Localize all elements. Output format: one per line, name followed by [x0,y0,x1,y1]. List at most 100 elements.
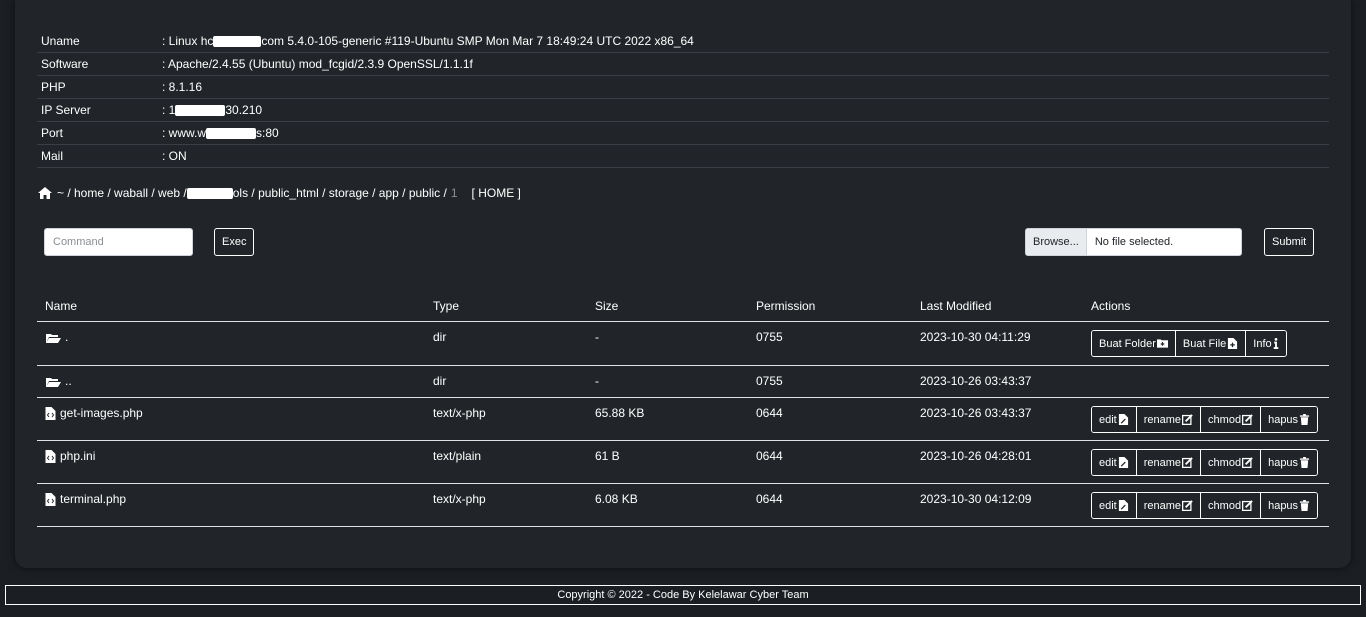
pencil-square-icon [1242,500,1253,511]
submit-button[interactable]: Submit [1264,228,1315,256]
table-row: .. dir - 0755 2023-10-26 03:43:37 [37,366,1329,398]
file-code-icon [45,493,56,506]
new-file-button[interactable]: Buat File [1175,331,1247,356]
button-label: chmod [1208,456,1242,469]
rename-button[interactable]: rename [1136,493,1202,518]
table-row: . dir - 0755 2023-10-30 04:11:29 Buat Fo… [37,322,1329,366]
home-link[interactable]: [ HOME ] [472,186,521,200]
file-name[interactable]: php.ini [60,449,95,463]
button-label: Info [1253,337,1272,350]
file-type: dir [433,374,447,388]
info-button[interactable]: Info [1246,331,1286,356]
file-status: No file selected. [1094,236,1174,248]
file-name[interactable]: .. [65,374,72,388]
file-type: text/x-php [433,492,486,506]
table-header: Name Type Size Permission Last Modified … [37,290,1329,322]
info-value-part: 30.210 [225,103,263,117]
file-modified: 2023-10-26 03:43:37 [920,406,1032,420]
edit-button[interactable]: edit [1092,493,1137,518]
button-label: rename [1143,499,1182,512]
path-segments[interactable]: ols / public_html / storage / app / publ… [233,186,447,200]
file-upload-input[interactable]: Browse... No file selected. [1025,228,1242,256]
delete-button[interactable]: hapus [1261,493,1318,518]
file-actions-group: edit rename chmod hapus [1091,449,1319,476]
edit-file-icon [1118,500,1128,511]
edit-file-icon [1118,414,1128,425]
file-name-cell[interactable]: terminal.php [37,484,433,526]
file-name-cell[interactable]: get-images.php [37,398,433,440]
chmod-button[interactable]: chmod [1201,407,1262,432]
file-modified: 2023-10-30 04:11:29 [920,330,1031,344]
button-label: chmod [1208,413,1242,426]
delete-button[interactable]: hapus [1261,407,1318,432]
edit-button[interactable]: edit [1092,407,1137,432]
info-row-port: Port : www.w s:80 [37,122,1329,145]
file-name[interactable]: . [65,330,68,344]
file-plus-icon [1228,338,1238,349]
chmod-button[interactable]: chmod [1201,493,1262,518]
edit-button[interactable]: edit [1092,450,1137,475]
folder-open-icon [46,378,61,387]
file-size: 6.08 KB [595,492,638,506]
chmod-button[interactable]: chmod [1201,450,1262,475]
actions-cell: edit rename chmod hapus [1091,398,1329,440]
new-folder-button[interactable]: Buat Folder [1092,331,1176,356]
info-value-part: : 1 [162,103,176,117]
file-type: text/x-php [433,406,486,420]
column-header-permission: Permission [756,298,816,313]
info-label: IP Server [41,103,91,117]
column-header-modified: Last Modified [920,298,992,313]
pencil-square-icon [1242,457,1253,468]
dir-actions-group: Buat Folder Buat File Info [1091,330,1287,357]
command-input[interactable] [44,228,193,256]
trash-icon [1299,414,1310,425]
rename-button[interactable]: rename [1136,407,1202,432]
button-label: rename [1143,413,1182,426]
path-segments[interactable]: ~ / home / waball / web / [57,186,187,200]
file-modified: 2023-10-26 04:28:01 [920,449,1032,463]
redaction [186,187,233,199]
info-row-software: Software : Apache/2.4.55 (Ubuntu) mod_fc… [37,53,1329,76]
file-name-cell[interactable]: .. [37,366,433,397]
file-name-cell[interactable]: php.ini [37,441,433,483]
file-permission[interactable]: 0644 [756,484,920,526]
file-permission[interactable]: 0755 [756,366,920,397]
edit-file-icon [1118,457,1128,468]
actions-cell: edit rename chmod hapus [1091,484,1329,526]
button-label: edit [1099,413,1117,426]
file-size: - [595,374,599,388]
delete-button[interactable]: hapus [1261,450,1318,475]
exec-button[interactable]: Exec [214,228,255,256]
info-icon [1273,338,1278,349]
trash-icon [1299,500,1310,511]
info-row-ip: IP Server : 1 30.210 [37,99,1329,122]
info-value-part: : www.w [162,126,207,140]
button-label: Buat Folder [1099,337,1156,350]
file-permission[interactable]: 0644 [756,441,920,483]
info-value: : 1 30.210 [162,103,1329,117]
file-permission[interactable]: 0644 [756,398,920,440]
redaction [175,105,226,117]
info-value: : www.w s:80 [162,126,1329,140]
column-header-type: Type [433,298,460,313]
home-icon[interactable] [37,186,53,200]
info-value: : Linux hc com 5.4.0-105-generic #119-Ubu… [162,34,1329,48]
file-name[interactable]: get-images.php [60,406,143,420]
actions-cell: edit rename chmod hapus [1091,441,1329,483]
breadcrumb: ~ / home / waball / web / ols / public_h… [37,186,521,200]
button-label: edit [1099,499,1117,512]
browse-button[interactable]: Browse... [1026,229,1087,255]
file-permission[interactable]: 0755 [756,322,920,365]
button-label: hapus [1268,456,1299,469]
actions-cell [1091,366,1329,397]
info-value: : ON [162,149,187,163]
file-name-cell[interactable]: . [37,322,433,365]
rename-button[interactable]: rename [1136,450,1202,475]
trash-icon [1299,457,1310,468]
file-name[interactable]: terminal.php [60,492,126,506]
table-row: terminal.php text/x-php 6.08 KB 0644 202… [37,484,1329,527]
file-type: dir [433,330,447,344]
pencil-square-icon [1182,457,1193,468]
file-size: 65.88 KB [595,406,645,420]
info-label: Software [41,57,89,71]
